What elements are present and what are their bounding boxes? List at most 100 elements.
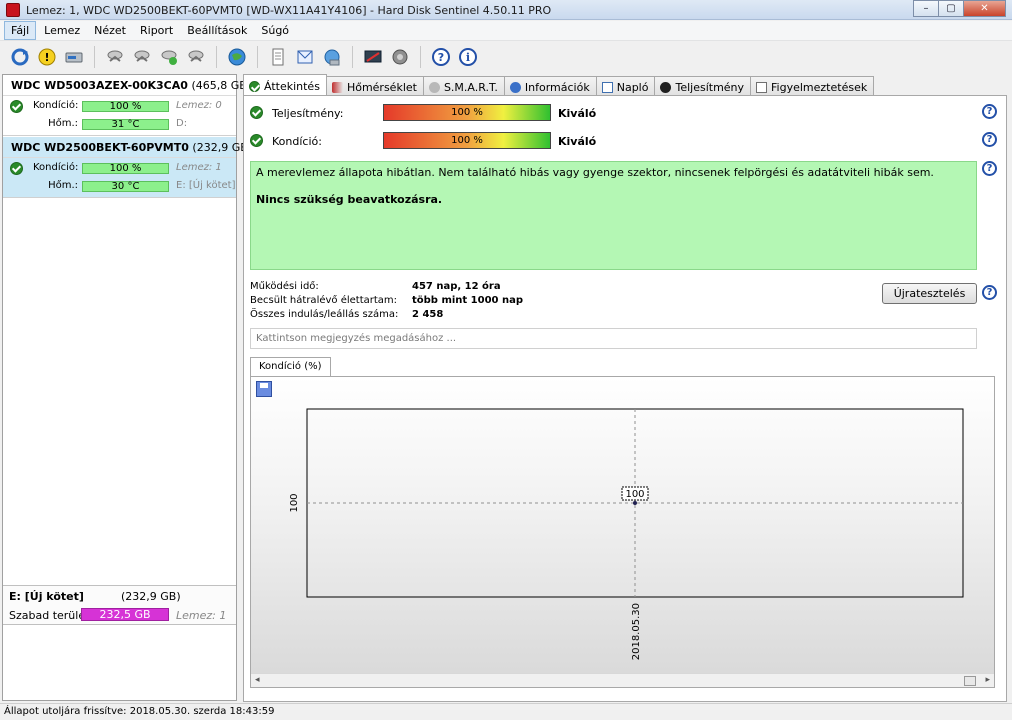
condition-chart: 100 2018.05.30 100 ◂ ▸ bbox=[250, 376, 995, 688]
scroll-right-icon[interactable]: ▸ bbox=[985, 675, 990, 685]
chart-tab-condition[interactable]: Kondíció (%) bbox=[250, 357, 331, 377]
condition-label: Kondíció: bbox=[33, 162, 79, 173]
disk-name: WDC WD5003AZEX-00K3CA0 bbox=[11, 79, 188, 92]
disk-name: WDC WD2500BEKT-60PVMT0 bbox=[11, 141, 189, 154]
info-key: Becsült hátralévő élettartam: bbox=[250, 295, 398, 306]
info-key: Összes indulás/leállás száma: bbox=[250, 309, 399, 320]
globe-icon[interactable] bbox=[225, 45, 249, 69]
toolbar: ! ? i bbox=[0, 42, 1012, 72]
volume-letter: E: [Új kötet] bbox=[176, 180, 236, 191]
svg-text:?: ? bbox=[438, 51, 444, 64]
tab-strip: Áttekintés Hőmérséklet S.M.A.R.T. Inform… bbox=[243, 74, 875, 95]
menu-disk[interactable]: Lemez bbox=[38, 22, 86, 39]
temp-label: Hőm.: bbox=[48, 180, 78, 191]
help-icon[interactable]: ? bbox=[982, 104, 997, 119]
performance-icon bbox=[660, 81, 672, 93]
network-icon[interactable] bbox=[320, 45, 344, 69]
menu-settings[interactable]: Beállítások bbox=[181, 22, 253, 39]
condition-bar: 100 % bbox=[82, 163, 169, 174]
tab-label: Teljesítmény bbox=[675, 80, 745, 94]
test-disk-icon[interactable] bbox=[103, 45, 127, 69]
menu-report[interactable]: Riport bbox=[134, 22, 179, 39]
disk-condition-row: Kondíció: 100 % Lemez: 1 bbox=[3, 160, 236, 176]
performance-label: Teljesítmény: bbox=[272, 107, 344, 120]
tab-smart[interactable]: S.M.A.R.T. bbox=[422, 76, 505, 95]
ok-check-icon bbox=[249, 80, 260, 92]
refresh-icon[interactable] bbox=[8, 45, 32, 69]
tab-label: Napló bbox=[616, 80, 649, 94]
help-icon[interactable]: ? bbox=[982, 132, 997, 147]
status-bar: Állapot utoljára frissítve: 2018.05.30. … bbox=[0, 703, 1012, 720]
menu-file[interactable]: Fájl bbox=[4, 21, 37, 40]
menu-bar: Fájl Lemez Nézet Riport Beállítások Súgó bbox=[0, 21, 1012, 41]
maximize-button[interactable]: ▢ bbox=[938, 0, 964, 17]
alerts-icon bbox=[756, 81, 768, 93]
menu-view[interactable]: Nézet bbox=[88, 22, 132, 39]
note-input[interactable]: Kattintson megjegyzés megadásához ... bbox=[250, 328, 977, 349]
app-icon bbox=[6, 3, 20, 17]
temp-bar: 30 °C bbox=[82, 181, 169, 192]
retest-button[interactable]: Újratesztelés bbox=[882, 283, 977, 304]
info-icon bbox=[509, 81, 521, 93]
tab-log[interactable]: Napló bbox=[595, 76, 656, 95]
tab-overview[interactable]: Áttekintés bbox=[243, 74, 327, 95]
info-value: 457 nap, 12 óra bbox=[412, 281, 501, 292]
tab-label: Áttekintés bbox=[264, 79, 320, 93]
sound-icon[interactable] bbox=[388, 45, 412, 69]
disk-ref: Lemez: 1 bbox=[176, 162, 222, 173]
send-report-icon[interactable] bbox=[293, 45, 317, 69]
disk-condition-row: Kondíció: 100 % Lemez: 0 bbox=[3, 98, 236, 114]
performance-rating: Kiváló bbox=[558, 107, 597, 120]
warning-disk-icon[interactable]: ! bbox=[35, 45, 59, 69]
temp-label: Hőm.: bbox=[48, 118, 78, 129]
tab-label: Információk bbox=[524, 80, 590, 94]
condition-label: Kondíció: bbox=[33, 100, 79, 111]
disk-item-1[interactable]: WDC WD2500BEKT-60PVMT0 (232,9 GB) Kondíc… bbox=[3, 137, 252, 198]
close-button[interactable]: ✕ bbox=[963, 0, 1006, 17]
title-bar: Lemez: 1, WDC WD2500BEKT-60PVMT0 [WD-WX1… bbox=[0, 0, 1012, 20]
data-point bbox=[633, 501, 637, 505]
tab-information[interactable]: Információk bbox=[503, 76, 597, 95]
help-icon[interactable]: ? bbox=[982, 161, 997, 176]
smart-test-icon[interactable] bbox=[157, 45, 181, 69]
chart-svg: 100 2018.05.30 100 bbox=[289, 408, 964, 660]
minimize-button[interactable]: – bbox=[913, 0, 939, 17]
window-controls: – ▢ ✕ bbox=[913, 0, 1006, 17]
toolbar-separator bbox=[420, 46, 421, 68]
help-icon[interactable]: ? bbox=[982, 285, 997, 300]
svg-text:i: i bbox=[466, 51, 470, 64]
disk-item-0[interactable]: WDC WD5003AZEX-00K3CA0 (465,8 GB) Kondíc… bbox=[3, 75, 251, 136]
help-icon[interactable]: ? bbox=[429, 45, 453, 69]
ok-check-icon bbox=[250, 134, 263, 147]
info-value: több mint 1000 nap bbox=[412, 295, 524, 306]
tab-alerts[interactable]: Figyelmeztetések bbox=[750, 76, 875, 95]
short-test-icon[interactable] bbox=[184, 45, 208, 69]
scroll-left-icon[interactable]: ◂ bbox=[255, 675, 260, 685]
volume-title: E: [Új kötet] bbox=[9, 590, 84, 603]
disk-list-panel: WDC WD5003AZEX-00K3CA0 (465,8 GB) Kondíc… bbox=[2, 74, 252, 701]
volume-letter: D: bbox=[176, 118, 188, 129]
alert-config-icon[interactable] bbox=[361, 45, 385, 69]
ok-check-icon bbox=[10, 162, 23, 175]
disk-info: Működési idő: 457 nap, 12 óra Becsült há… bbox=[250, 281, 750, 323]
tab-label: S.M.A.R.T. bbox=[443, 80, 498, 94]
menu-help[interactable]: Súgó bbox=[255, 22, 295, 39]
condition-bar: 100 % bbox=[82, 101, 169, 112]
tab-performance[interactable]: Teljesítmény bbox=[654, 76, 752, 95]
toolbar-separator bbox=[216, 46, 217, 68]
surface-test-icon[interactable] bbox=[130, 45, 154, 69]
report-icon[interactable] bbox=[266, 45, 290, 69]
volume-panel[interactable]: E: [Új kötet] (232,9 GB) Szabad terület … bbox=[3, 585, 236, 625]
status-recommendation: Nincs szükség beavatkozásra. bbox=[256, 193, 443, 206]
ok-check-icon bbox=[250, 106, 263, 119]
scroll-thumb[interactable] bbox=[964, 676, 976, 686]
disk-header: WDC WD5003AZEX-00K3CA0 (465,8 GB) bbox=[3, 75, 251, 96]
about-icon[interactable]: i bbox=[456, 45, 480, 69]
tab-label: Figyelmeztetések bbox=[771, 80, 868, 94]
tab-temperature[interactable]: Hőmérséklet bbox=[325, 76, 424, 95]
disk-icon[interactable] bbox=[62, 45, 86, 69]
status-description: A merevlemez állapota hibátlan. Nem talá… bbox=[250, 161, 977, 270]
status-text: A merevlemez állapota hibátlan. Nem talá… bbox=[256, 166, 934, 179]
toolbar-separator bbox=[94, 46, 95, 68]
chart-scrollbar[interactable]: ◂ ▸ bbox=[251, 673, 994, 687]
